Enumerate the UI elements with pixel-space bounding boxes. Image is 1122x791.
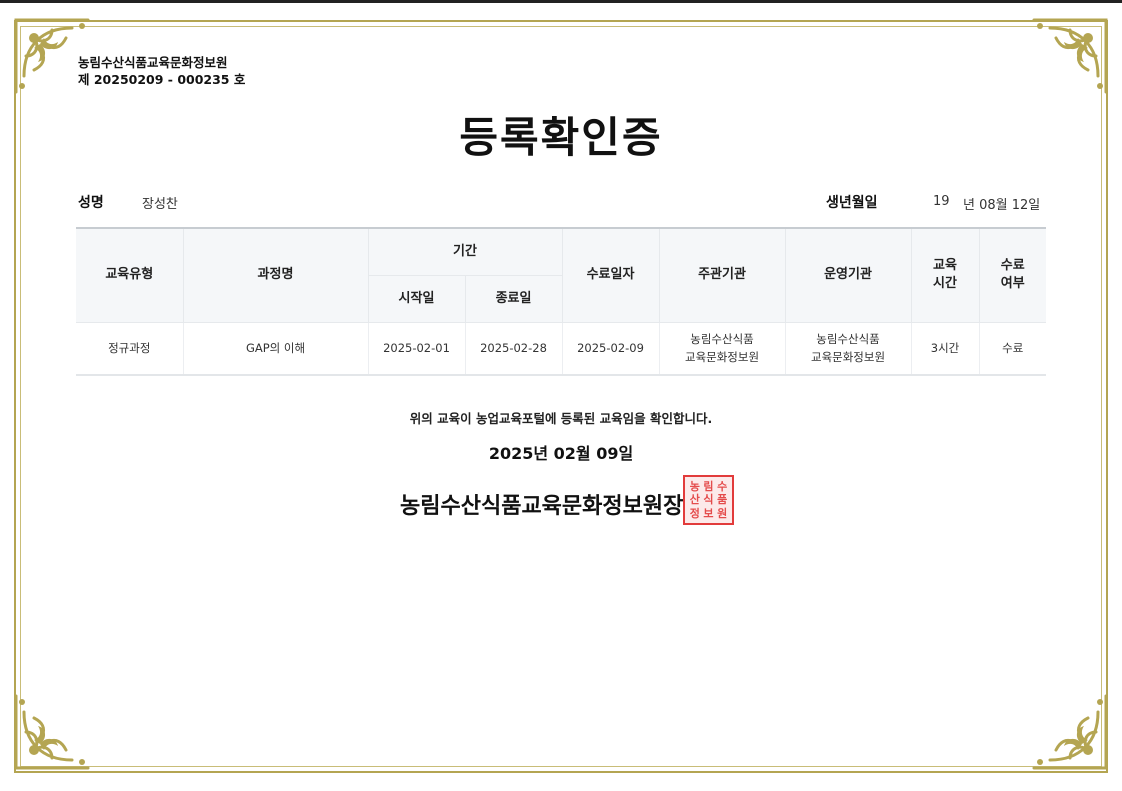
header-hours-line1: 교육 <box>933 258 957 274</box>
signer-title: 농림수산식품교육문화정보원장 <box>400 494 684 519</box>
document-title: 등록확인증 <box>459 113 663 162</box>
official-seal-stamp: 농 림 수 산 식 품 정 보 원 <box>683 475 734 525</box>
table-header-row: 교육유형 과정명 기간 수료일자 주관기관 운영기관 교육 시간 수료 여부 <box>76 227 1047 323</box>
cell-completion-date: 2025-02-09 <box>561 321 660 376</box>
header-end-date: 종료일 <box>464 274 563 323</box>
name-label: 성명 <box>78 195 104 211</box>
header-course-name: 과정명 <box>182 227 369 323</box>
cell-start-date: 2025-02-01 <box>367 321 466 376</box>
header-completion-status: 수료 여부 <box>978 227 1047 323</box>
issuer-org: 농림수산식품교육문화정보원 <box>78 55 228 70</box>
seal-char: 원 <box>717 506 728 520</box>
name-value: 장성찬 <box>142 197 178 212</box>
seal-char: 품 <box>717 493 728 507</box>
cell-completion-status: 수료 <box>978 321 1047 376</box>
cell-host-org: 농림수산식품 교육문화정보원 <box>658 321 786 376</box>
corner-ornament-bottom-left <box>12 692 92 772</box>
header-hours-line2: 시간 <box>933 276 957 292</box>
header-education-hours: 교육 시간 <box>910 227 980 323</box>
seal-char: 산 <box>689 493 700 507</box>
birth-monthday-value: 년 08월 12일 <box>963 198 1041 213</box>
corner-ornament-bottom-right <box>1030 692 1110 772</box>
confirmation-statement: 위의 교육이 농업교육포털에 등록된 교육임을 확인합니다. <box>409 411 713 426</box>
certificate-serial: 제 20250209 - 000235 호 <box>78 72 246 87</box>
header-host-org: 주관기관 <box>658 227 786 323</box>
seal-char: 보 <box>703 506 714 520</box>
header-period: 기간 <box>367 227 563 276</box>
header-operator-org: 운영기관 <box>784 227 912 323</box>
header-start-date: 시작일 <box>368 274 466 323</box>
cell-host-line1: 농림수산식품 <box>690 332 754 347</box>
header-completion-date: 수료일자 <box>561 227 660 323</box>
person-info-row: 성명 장성찬 생년월일 19 년 08월 12일 <box>78 192 1046 214</box>
birth-year-value: 19 <box>933 194 950 209</box>
birthdate-label: 생년월일 <box>826 195 878 211</box>
seal-char: 림 <box>703 480 714 493</box>
seal-char: 수 <box>717 480 728 493</box>
seal-char: 농 <box>689 480 700 493</box>
seal-char: 식 <box>703 493 714 507</box>
issuer-block: 농림수산식품교육문화정보원 제 20250209 - 000235 호 <box>78 54 245 88</box>
table-row: 정규과정 GAP의 이해 2025-02-01 2025-02-28 2025-… <box>76 321 1047 376</box>
cell-end-date: 2025-02-28 <box>464 321 563 376</box>
education-table: 교육유형 과정명 기간 수료일자 주관기관 운영기관 교육 시간 수료 여부 시… <box>76 227 1047 376</box>
cell-operator-line1: 농림수산식품 <box>816 332 880 347</box>
header-education-type: 교육유형 <box>76 227 184 323</box>
seal-char: 정 <box>689 506 700 520</box>
header-status-line2: 여부 <box>1000 276 1025 292</box>
header-status-line1: 수료 <box>1000 258 1025 274</box>
window-top-edge <box>0 0 1122 3</box>
cell-course-name: GAP의 이해 <box>182 321 369 376</box>
cell-education-type: 정규과정 <box>76 321 184 376</box>
cell-education-hours: 3시간 <box>910 321 980 376</box>
seal-characters: 농 림 수 산 식 품 정 보 원 <box>688 480 729 520</box>
cell-operator-org: 농림수산식품 교육문화정보원 <box>784 321 912 376</box>
cell-operator-line2: 교육문화정보원 <box>810 350 886 365</box>
issue-date: 2025년 02월 09일 <box>488 444 634 463</box>
corner-ornament-top-right <box>1030 16 1110 96</box>
cell-host-line2: 교육문화정보원 <box>684 350 760 365</box>
